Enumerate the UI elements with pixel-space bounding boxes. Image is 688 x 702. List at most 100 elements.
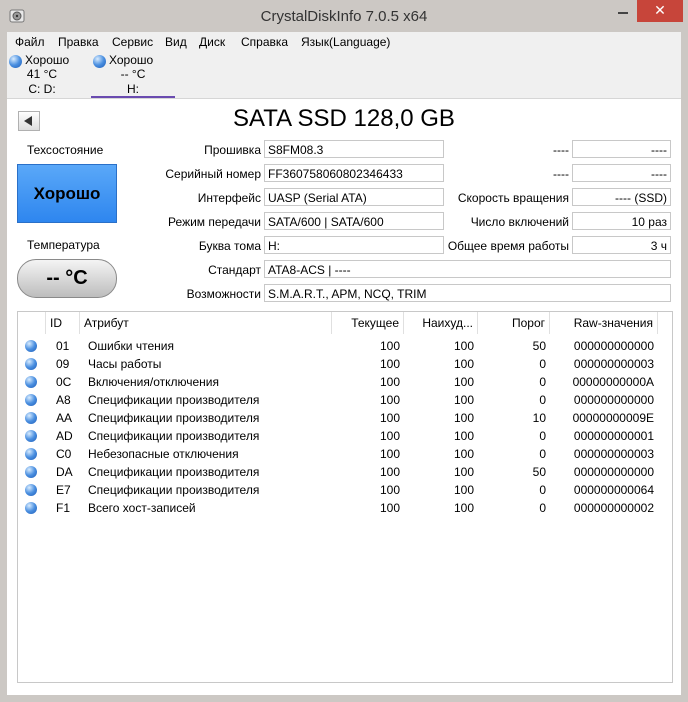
power-hours-field: 3 ч xyxy=(572,236,671,254)
cell-raw: 000000000003 xyxy=(573,447,654,461)
table-row[interactable]: 09 Часы работы 100 100 0 000000000003 xyxy=(18,355,658,373)
cell-thr: 10 xyxy=(532,411,546,425)
drive-letter-field: H: xyxy=(264,236,444,254)
cell-worst: 100 xyxy=(453,429,474,443)
attribute-status-icon xyxy=(25,502,37,514)
cell-attr: Часы работы xyxy=(88,357,162,371)
disk-info-panel: SATA SSD 128,0 GB Техсостояние Хорошо Те… xyxy=(7,99,681,695)
drive-tab-h[interactable]: Хорошо -- °C H: xyxy=(91,52,175,98)
cell-cur: 100 xyxy=(379,447,400,461)
cell-raw: 000000000000 xyxy=(573,339,654,353)
cell-raw: 000000000001 xyxy=(573,429,654,443)
cell-thr: 0 xyxy=(539,483,546,497)
drive-status: Хорошо xyxy=(25,53,70,67)
drive-letters: H: xyxy=(127,82,139,96)
table-row[interactable]: 01 Ошибки чтения 100 100 50 000000000000 xyxy=(18,337,658,355)
cell-attr: Всего хост-записей xyxy=(88,501,196,515)
table-row[interactable]: DA Спецификации производителя 100 100 50 0000… xyxy=(18,463,658,481)
table-row[interactable]: F1 Всего хост-записей 100 100 0 000000000002 xyxy=(18,499,658,517)
cell-attr: Спецификации производителя xyxy=(88,429,260,443)
table-row[interactable]: C0 Небезопасные отключения 100 100 0 00000000… xyxy=(18,445,658,463)
unused-label-1: ---- xyxy=(553,143,569,157)
menu-disk[interactable]: Диск xyxy=(199,35,225,49)
attribute-status-icon xyxy=(25,430,37,442)
drive-bar: Хорошо 41 °C C: D: Хорошо -- °C H: xyxy=(7,52,681,99)
menu-service[interactable]: Сервис xyxy=(112,35,153,49)
menu-edit[interactable]: Правка xyxy=(58,35,99,49)
unused-field-2: ---- xyxy=(572,164,671,182)
cell-raw: 00000000000A xyxy=(572,375,654,389)
cell-thr: 0 xyxy=(539,429,546,443)
temperature-label: Температура xyxy=(27,238,100,252)
cell-worst: 100 xyxy=(453,411,474,425)
attribute-status-icon xyxy=(25,394,37,406)
drive-letters: C: D: xyxy=(28,82,56,96)
cell-id: AA xyxy=(56,411,73,425)
cell-thr: 0 xyxy=(539,501,546,515)
unused-label-2: ---- xyxy=(553,167,569,181)
transfer-mode-label: Режим передачи xyxy=(168,215,261,229)
cell-id: AD xyxy=(56,429,73,443)
features-label: Возможности xyxy=(186,287,261,301)
header-worst[interactable]: Наихуд... xyxy=(404,312,478,334)
attribute-status-icon xyxy=(25,358,37,370)
rotation-field: ---- (SSD) xyxy=(572,188,671,206)
cell-id: F1 xyxy=(56,501,71,515)
cell-cur: 100 xyxy=(379,339,400,353)
header-threshold[interactable]: Порог xyxy=(478,312,550,334)
table-row[interactable]: AA Спецификации производителя 100 100 10 0000… xyxy=(18,409,658,427)
serial-field: FF360758060802346433 xyxy=(264,164,444,182)
header-status xyxy=(18,312,46,334)
drive-tab-cd[interactable]: Хорошо 41 °C C: D: xyxy=(7,52,77,96)
interface-field: UASP (Serial ATA) xyxy=(264,188,444,206)
table-row[interactable]: 0C Включения/отключения 100 100 0 00000000000… xyxy=(18,373,658,391)
cell-thr: 0 xyxy=(539,357,546,371)
cell-attr: Спецификации производителя xyxy=(88,411,260,425)
menu-file[interactable]: Файл xyxy=(15,35,45,49)
cell-worst: 100 xyxy=(453,375,474,389)
temperature-value[interactable]: -- °C xyxy=(17,259,117,298)
attribute-status-icon xyxy=(25,466,37,478)
cell-id: 01 xyxy=(56,339,70,353)
transfer-mode-field: SATA/600 | SATA/600 xyxy=(264,212,444,230)
cell-worst: 100 xyxy=(453,393,474,407)
unused-field-1: ---- xyxy=(572,140,671,158)
serial-label: Серийный номер xyxy=(165,167,261,181)
header-current[interactable]: Текущее xyxy=(332,312,404,334)
smart-table[interactable]: ID Атрибут Текущее Наихуд... Порог Raw-з… xyxy=(17,311,673,683)
cell-cur: 100 xyxy=(379,483,400,497)
cell-cur: 100 xyxy=(379,357,400,371)
power-count-label: Число включений xyxy=(470,215,569,229)
attribute-status-icon xyxy=(25,448,37,460)
cell-worst: 100 xyxy=(453,483,474,497)
table-row[interactable]: A8 Спецификации производителя 100 100 0 00000… xyxy=(18,391,658,409)
cell-raw: 000000000064 xyxy=(573,483,654,497)
title-bar[interactable]: CrystalDiskInfo 7.0.5 x64 ✕ xyxy=(0,0,688,32)
menu-language[interactable]: Язык(Language) xyxy=(301,35,390,49)
cell-worst: 100 xyxy=(453,357,474,371)
table-row[interactable]: E7 Спецификации производителя 100 100 0 00000… xyxy=(18,481,658,499)
window-frame: CrystalDiskInfo 7.0.5 x64 ✕ Файл Правка … xyxy=(0,0,688,702)
health-label: Техсостояние xyxy=(27,143,104,157)
menu-help[interactable]: Справка xyxy=(241,35,288,49)
minimize-button[interactable] xyxy=(611,0,635,22)
firmware-field: S8FM08.3 xyxy=(264,140,444,158)
cell-attr: Спецификации производителя xyxy=(88,393,260,407)
power-hours-label: Общее время работы xyxy=(447,239,569,253)
health-status-button[interactable]: Хорошо xyxy=(17,164,117,223)
header-raw[interactable]: Raw-значения xyxy=(550,312,658,334)
drive-status: Хорошо xyxy=(109,53,154,67)
table-row[interactable]: AD Спецификации производителя 100 100 0 00000… xyxy=(18,427,658,445)
cell-id: DA xyxy=(56,465,73,479)
menu-view[interactable]: Вид xyxy=(165,35,187,49)
cell-cur: 100 xyxy=(379,375,400,389)
close-button[interactable]: ✕ xyxy=(637,0,683,22)
cell-cur: 100 xyxy=(379,393,400,407)
header-attribute[interactable]: Атрибут xyxy=(80,312,332,334)
header-id[interactable]: ID xyxy=(46,312,80,334)
standard-label: Стандарт xyxy=(208,263,261,277)
cell-worst: 100 xyxy=(453,465,474,479)
cell-id: 0C xyxy=(56,375,72,389)
cell-id: A8 xyxy=(56,393,71,407)
cell-raw: 000000000002 xyxy=(573,501,654,515)
